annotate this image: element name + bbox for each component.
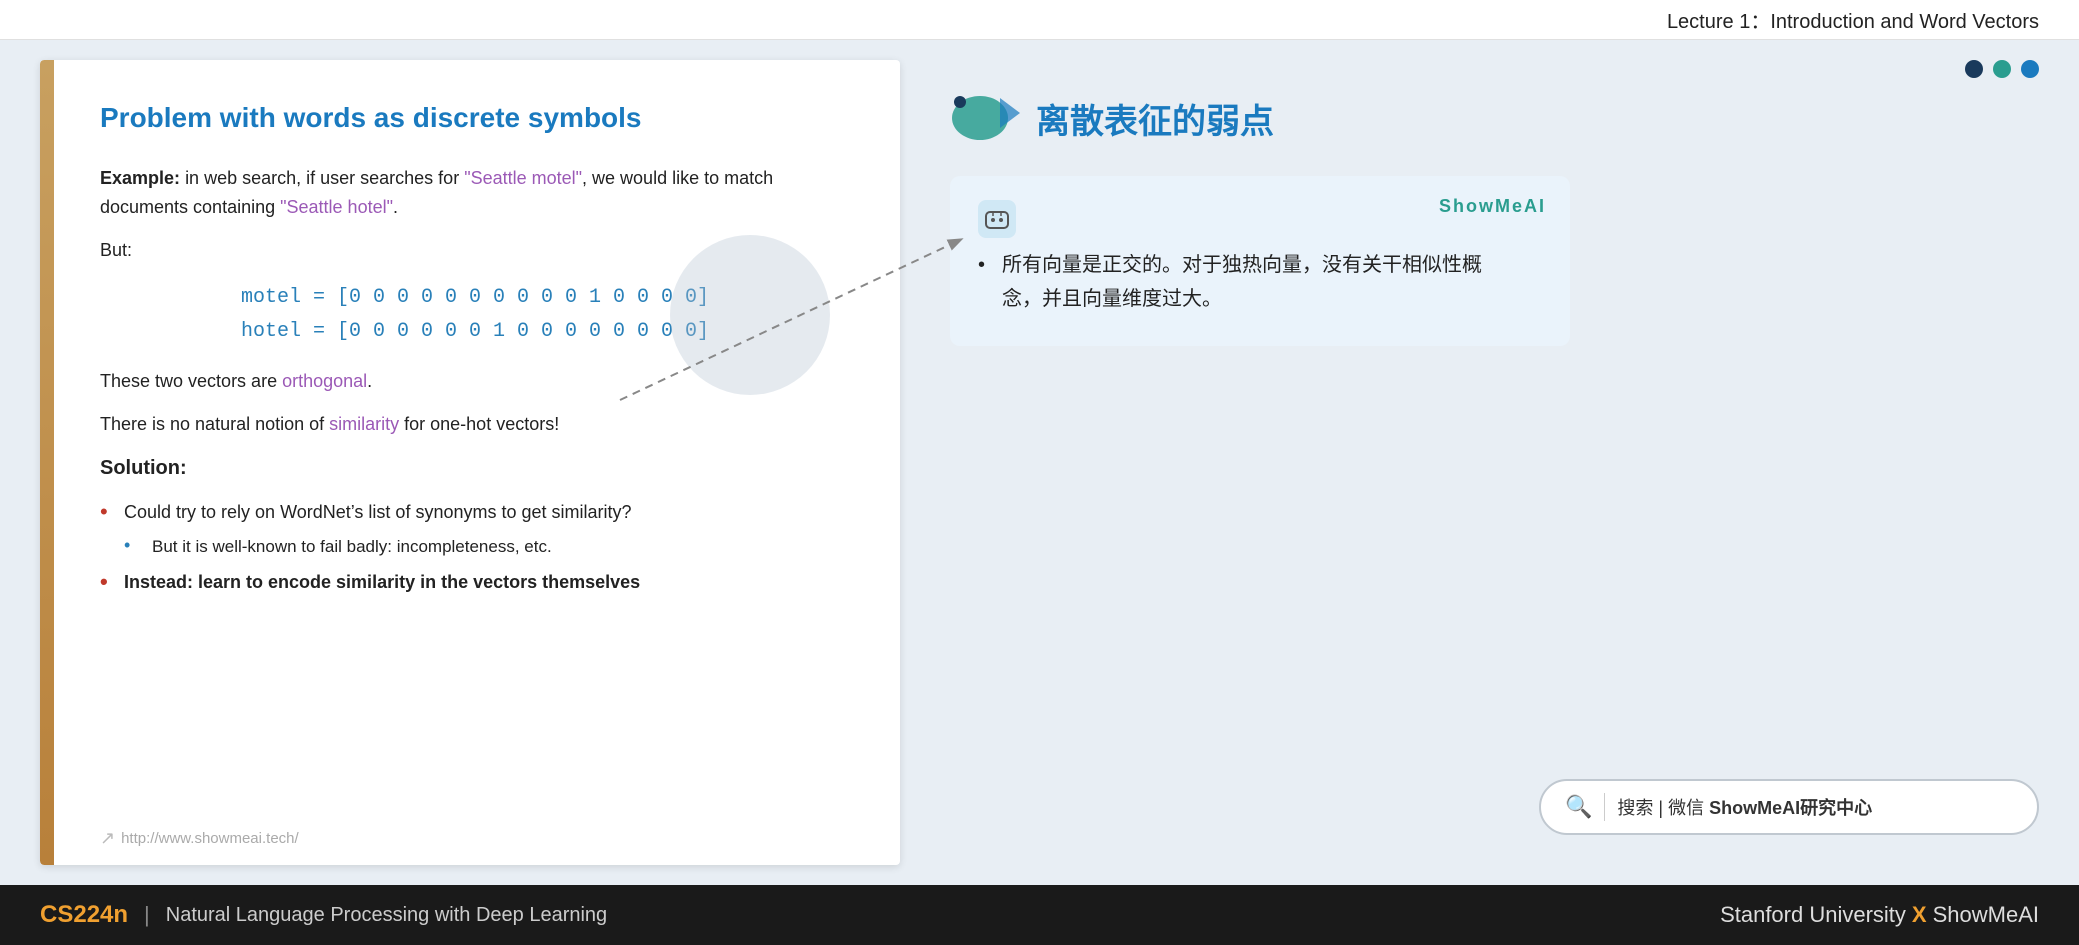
bottom-bar: CS224n | Natural Language Processing wit…	[0, 885, 2079, 945]
dots-row	[950, 60, 2039, 78]
search-text: 搜索 | 微信 ShowMeAI研究中心	[1617, 794, 1872, 820]
dot-1	[1965, 60, 1983, 78]
quote1: "Seattle motel"	[464, 168, 582, 188]
main-area: Problem with words as discrete symbols E…	[0, 40, 2079, 885]
section-icon	[950, 88, 1020, 148]
slide-left-bar	[40, 60, 54, 865]
university-name: Stanford University	[1720, 902, 1906, 928]
bullet-item-1: Could try to rely on WordNet’s list of s…	[100, 498, 850, 560]
url-text: http://www.showmeai.tech/	[121, 830, 299, 847]
slide-url: ↗ http://www.showmeai.tech/	[100, 828, 299, 849]
solution-bullets: Could try to rely on WordNet’s list of s…	[100, 498, 850, 597]
chinese-title-section: 离散表征的弱点	[950, 88, 2039, 148]
bottom-right: Stanford University X ShowMeAI	[1720, 902, 2039, 928]
solution-header: Solution:	[100, 452, 850, 484]
chinese-title: 离散表征的弱点	[1036, 94, 1274, 143]
url-icon: ↗	[100, 828, 115, 849]
course-id: CS224n	[40, 901, 128, 929]
course-name: Natural Language Processing with Deep Le…	[166, 904, 607, 927]
x-mark: X	[1912, 902, 1927, 928]
similarity-line: There is no natural notion of similarity…	[100, 410, 850, 439]
bottom-left: CS224n | Natural Language Processing wit…	[40, 901, 607, 929]
dot-2	[1993, 60, 2011, 78]
grey-circle-decoration	[670, 235, 830, 395]
search-bar[interactable]: 🔍 搜索 | 微信 ShowMeAI研究中心	[1539, 779, 2039, 835]
slide-title: Problem with words as discrete symbols	[100, 100, 850, 136]
search-divider	[1604, 793, 1605, 821]
annotation-card: ShowMeAI 所有向量是正交的。对于独热向量，没有关干相似性概 念，并且向量…	[950, 176, 1570, 346]
orthogonal-highlight: orthogonal	[282, 371, 367, 391]
example-paragraph: Example: in web search, if user searches…	[100, 164, 850, 222]
slide-body: Example: in web search, if user searches…	[100, 164, 850, 597]
but-section: But: motel = [0 0 0 0 0 0 0 0 0 0 1 0 0 …	[100, 236, 850, 349]
annotation-ai-icon	[978, 200, 1016, 238]
dot-3	[2021, 60, 2039, 78]
vector-block: motel = [0 0 0 0 0 0 0 0 0 0 1 0 0 0 0] …	[100, 281, 850, 349]
bottom-separator: |	[144, 902, 150, 928]
quote2: "Seattle hotel"	[280, 197, 393, 217]
bullet-item-2: Instead: learn to encode similarity in t…	[100, 568, 850, 597]
annotation-bullet: 所有向量是正交的。对于独热向量，没有关干相似性概 念，并且向量维度过大。	[978, 248, 1542, 316]
annotation-text: 所有向量是正交的。对于独热向量，没有关干相似性概 念，并且向量维度过大。	[978, 248, 1542, 316]
similarity-highlight: similarity	[329, 414, 399, 434]
showmeai-brand-label: ShowMeAI	[1439, 196, 1546, 217]
right-panel: 离散表征的弱点 ShowMeAI 所有向量是正交的。对于独热	[900, 60, 2039, 865]
sub-bullets: But it is well-known to fail badly: inco…	[124, 533, 850, 560]
top-bar: Lecture 1：Introduction and Word Vectors	[0, 0, 2079, 40]
search-icon: 🔍	[1565, 794, 1592, 820]
showmeai-name: ShowMeAI	[1933, 902, 2039, 928]
search-bold-text: ShowMeAI研究中心	[1709, 798, 1872, 818]
sub-bullet-item-1: But it is well-known to fail badly: inco…	[124, 533, 850, 560]
slide-panel: Problem with words as discrete symbols E…	[40, 60, 900, 865]
lecture-title: Lecture 1：Introduction and Word Vectors	[1667, 5, 2039, 34]
